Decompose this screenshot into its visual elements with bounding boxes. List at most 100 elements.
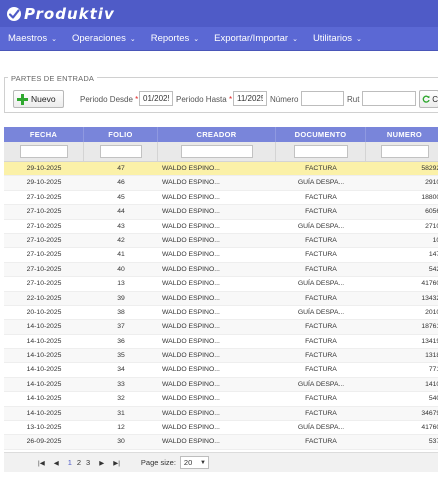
cell-creador: WALDO ESPINO... bbox=[162, 208, 220, 216]
cell-documento: FACTURA bbox=[305, 265, 337, 273]
table-row[interactable]: 27-10-2025 40 WALDO ESPINO... FACTURA 5420 bbox=[4, 262, 438, 278]
cell-fecha: 27-10-2025 bbox=[26, 265, 62, 273]
cell-creador: WALDO ESPINO... bbox=[162, 438, 220, 446]
numero-label: Número bbox=[270, 95, 299, 104]
table-row[interactable]: 22-10-2025 39 WALDO ESPINO... FACTURA 134321 bbox=[4, 291, 438, 306]
first-page-icon[interactable]: |◀ bbox=[38, 459, 45, 467]
periodo-hasta-input[interactable] bbox=[233, 91, 267, 106]
cell-documento: GUÍA DESPA... bbox=[297, 280, 345, 288]
cell-documento: FACTURA bbox=[305, 323, 337, 331]
cell-creador: WALDO ESPINO... bbox=[162, 193, 220, 201]
cell-documento: FACTURA bbox=[305, 208, 337, 216]
menu-item-label: Operaciones bbox=[71, 33, 126, 44]
refresh-button[interactable]: C bbox=[419, 90, 438, 108]
refresh-icon bbox=[422, 95, 430, 103]
column-header-numero[interactable]: NUMERO bbox=[366, 127, 438, 142]
prev-page-icon[interactable]: ◀ bbox=[54, 459, 59, 467]
cell-folio: 42 bbox=[117, 236, 125, 244]
cell-numero: 13183 bbox=[425, 352, 438, 360]
cell-fecha: 27-10-2025 bbox=[26, 222, 62, 230]
column-header-creador[interactable]: CREADOR bbox=[158, 127, 276, 142]
filter-numero-input[interactable] bbox=[380, 145, 429, 158]
cell-numero: 29102 bbox=[425, 179, 438, 187]
cell-numero: 1471 bbox=[428, 251, 438, 259]
menu-item-reportes[interactable]: Reportes ⌄ bbox=[151, 33, 199, 44]
cell-documento: FACTURA bbox=[305, 251, 337, 259]
filter-creador-input[interactable] bbox=[180, 145, 253, 158]
table-row[interactable]: 13-10-2025 12 WALDO ESPINO... GUÍA DESPA...… bbox=[4, 421, 438, 436]
table-row[interactable]: 26-09-2025 30 WALDO ESPINO... FACTURA 5371 bbox=[4, 435, 438, 450]
last-page-icon[interactable]: ▶| bbox=[113, 459, 120, 467]
cell-fecha: 26-09-2025 bbox=[26, 438, 62, 446]
filter-cell-numero bbox=[366, 142, 438, 161]
numero-input[interactable] bbox=[301, 91, 344, 106]
cell-creador: WALDO ESPINO... bbox=[162, 222, 220, 230]
cell-fecha: 27-10-2025 bbox=[26, 251, 62, 259]
cell-creador: WALDO ESPINO... bbox=[162, 337, 220, 345]
cell-numero: 134321 bbox=[421, 294, 438, 302]
cell-numero: 27102 bbox=[425, 222, 438, 230]
table-row[interactable]: 14-10-2025 34 WALDO ESPINO... FACTURA 7715 bbox=[4, 363, 438, 378]
table-row[interactable]: 14-10-2025 32 WALDO ESPINO... FACTURA 5401 bbox=[4, 392, 438, 407]
table-row[interactable]: 14-10-2025 37 WALDO ESPINO... FACTURA 187610 bbox=[4, 320, 438, 335]
cell-fecha: 13-10-2025 bbox=[26, 424, 62, 432]
cell-numero: 60567 bbox=[425, 208, 438, 216]
menu-item-maestros[interactable]: Maestros ⌄ bbox=[8, 33, 57, 44]
table-row[interactable]: 14-10-2025 33 WALDO ESPINO... GUÍA DESPA...… bbox=[4, 377, 438, 393]
page-link-3[interactable]: 3 bbox=[86, 458, 90, 467]
cell-fecha: 22-10-2025 bbox=[26, 294, 62, 302]
page-link-1[interactable]: 1 bbox=[68, 458, 72, 467]
column-header-folio[interactable]: FOLIO bbox=[84, 127, 158, 142]
table-row[interactable]: 27-10-2025 43 WALDO ESPINO... GUÍA DESPA...… bbox=[4, 219, 438, 234]
cell-creador: WALDO ESPINO... bbox=[162, 280, 220, 288]
nuevo-button[interactable]: Nuevo bbox=[13, 90, 64, 108]
table-row[interactable]: 29-10-2025 46 WALDO ESPINO... GUÍA DESPA...… bbox=[4, 176, 438, 191]
cell-creador: WALDO ESPINO... bbox=[162, 424, 220, 432]
filter-cell-folio bbox=[84, 142, 158, 161]
cell-folio: 12 bbox=[117, 424, 125, 432]
cell-folio: 33 bbox=[117, 380, 125, 388]
cell-numero: 5371 bbox=[428, 438, 438, 446]
chevron-down-icon: ⌄ bbox=[356, 35, 362, 43]
cell-documento: GUÍA DESPA... bbox=[297, 222, 345, 230]
rut-input[interactable] bbox=[362, 91, 416, 106]
cell-documento: FACTURA bbox=[305, 193, 337, 201]
filter-fecha-input[interactable] bbox=[19, 145, 68, 158]
table-row[interactable]: 20-10-2025 38 WALDO ESPINO... GUÍA DESPA...… bbox=[4, 305, 438, 321]
required-marker: * bbox=[228, 95, 233, 104]
column-header-fecha[interactable]: FECHA bbox=[4, 127, 84, 142]
cell-numero: 417605 bbox=[421, 424, 438, 432]
chevron-down-icon: ▼ bbox=[199, 459, 206, 466]
menu-item-label: Exportar/Importar bbox=[214, 33, 289, 44]
table-row[interactable]: 27-10-2025 13 WALDO ESPINO... GUÍA DESPA...… bbox=[4, 277, 438, 292]
table-row[interactable]: 29-10-2025 47 WALDO ESPINO... FACTURA 582924 bbox=[4, 162, 438, 177]
menu-item-exportar-importar[interactable]: Exportar/Importar ⌄ bbox=[214, 33, 298, 44]
cell-folio: 43 bbox=[117, 222, 125, 230]
periodo-desde-input[interactable] bbox=[139, 91, 173, 106]
filter-folio-input[interactable] bbox=[99, 145, 142, 158]
table-row[interactable]: 14-10-2025 35 WALDO ESPINO... FACTURA 13183 bbox=[4, 349, 438, 364]
table-row[interactable]: 27-10-2025 42 WALDO ESPINO... FACTURA 103 bbox=[4, 233, 438, 249]
page-size-select[interactable]: 20 ▼ bbox=[179, 456, 209, 469]
cell-documento: FACTURA bbox=[305, 366, 337, 374]
logo-check-icon bbox=[7, 6, 21, 21]
table-row[interactable]: 14-10-2025 36 WALDO ESPINO... FACTURA 134194 bbox=[4, 334, 438, 350]
cell-documento: FACTURA bbox=[305, 395, 337, 403]
cell-creador: WALDO ESPINO... bbox=[162, 294, 220, 302]
menu-item-utilitarios[interactable]: Utilitarios ⌄ bbox=[313, 33, 362, 44]
page-link-2[interactable]: 2 bbox=[77, 458, 81, 467]
cell-folio: 31 bbox=[117, 409, 125, 417]
table-row[interactable]: 14-10-2025 31 WALDO ESPINO... FACTURA 346795 bbox=[4, 406, 438, 422]
filter-documento-input[interactable] bbox=[293, 145, 348, 158]
cell-folio: 30 bbox=[117, 438, 125, 446]
table-row[interactable]: 27-10-2025 45 WALDO ESPINO... FACTURA 188005 bbox=[4, 190, 438, 206]
table-row[interactable]: 27-10-2025 41 WALDO ESPINO... FACTURA 1471 bbox=[4, 248, 438, 263]
menu-item-operaciones[interactable]: Operaciones ⌄ bbox=[72, 33, 136, 44]
cell-folio: 41 bbox=[117, 251, 125, 259]
cell-documento: GUÍA DESPA... bbox=[297, 308, 345, 316]
cell-numero: 417608 bbox=[421, 280, 438, 288]
column-header-documento[interactable]: DOCUMENTO bbox=[276, 127, 366, 142]
cell-documento: FACTURA bbox=[305, 337, 337, 345]
next-page-icon[interactable]: ▶ bbox=[99, 459, 104, 467]
table-row[interactable]: 27-10-2025 44 WALDO ESPINO... FACTURA 60567 bbox=[4, 205, 438, 220]
